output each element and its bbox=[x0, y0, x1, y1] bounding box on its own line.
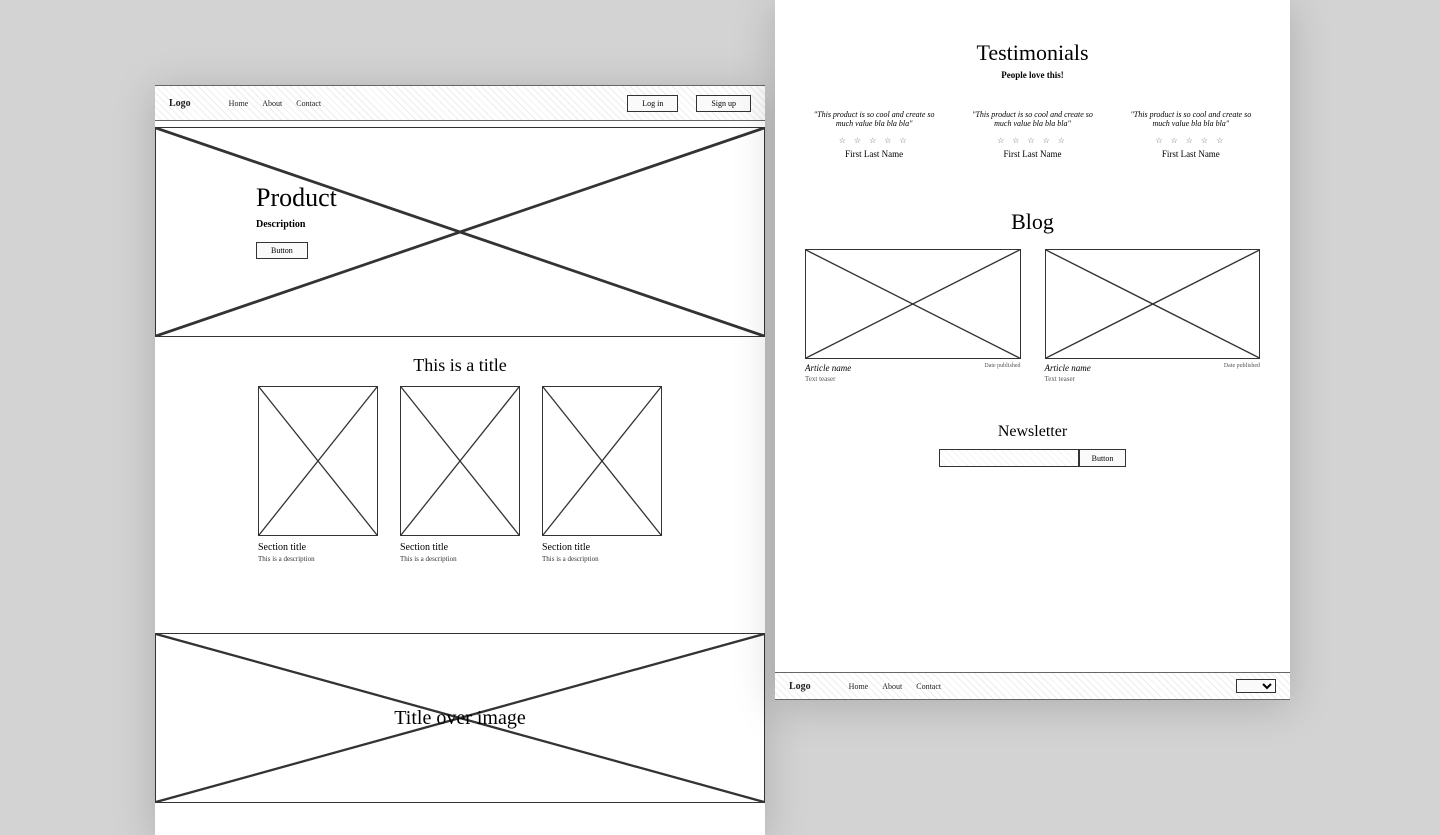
logo[interactable]: Logo bbox=[169, 98, 191, 109]
footer-nav-about[interactable]: About bbox=[882, 682, 902, 691]
hero-description: Description bbox=[256, 219, 337, 230]
feature-image bbox=[400, 386, 520, 536]
blog-card[interactable]: Article name Date published Text teaser bbox=[1045, 249, 1261, 383]
blog-card[interactable]: Article name Date published Text teaser bbox=[805, 249, 1021, 383]
footer-logo[interactable]: Logo bbox=[789, 681, 811, 692]
nav-contact[interactable]: Contact bbox=[296, 99, 321, 108]
blog-article-name: Article name bbox=[805, 363, 851, 373]
features-title: This is a title bbox=[155, 355, 765, 376]
feature-card: Section title This is a description bbox=[258, 386, 378, 563]
feature-card: Section title This is a description bbox=[400, 386, 520, 563]
testimonial-name: First Last Name bbox=[963, 149, 1101, 159]
hero-cta-button[interactable]: Button bbox=[256, 242, 308, 259]
testimonial-quote: "This product is so cool and create so m… bbox=[1122, 110, 1260, 128]
testimonials-row: "This product is so cool and create so m… bbox=[805, 110, 1260, 159]
star-rating-icon: ☆ ☆ ☆ ☆ ☆ bbox=[1122, 136, 1260, 145]
feature-desc: This is a description bbox=[258, 555, 378, 563]
star-rating-icon: ☆ ☆ ☆ ☆ ☆ bbox=[963, 136, 1101, 145]
login-button[interactable]: Log in bbox=[627, 95, 678, 112]
banner-title: Title over image bbox=[156, 634, 764, 802]
testimonial: "This product is so cool and create so m… bbox=[805, 110, 943, 159]
hero-title: Product bbox=[256, 183, 337, 213]
feature-title: Section title bbox=[542, 542, 662, 553]
testimonials-title: Testimonials bbox=[805, 40, 1260, 66]
feature-image bbox=[258, 386, 378, 536]
signup-button[interactable]: Sign up bbox=[696, 95, 751, 112]
blog-article-name: Article name bbox=[1045, 363, 1091, 373]
nav-home[interactable]: Home bbox=[229, 99, 249, 108]
blog-image bbox=[805, 249, 1021, 359]
feature-title: Section title bbox=[258, 542, 378, 553]
testimonial-name: First Last Name bbox=[1122, 149, 1260, 159]
feature-image bbox=[542, 386, 662, 536]
newsletter-submit-button[interactable]: Button bbox=[1079, 449, 1127, 467]
testimonial-quote: "This product is so cool and create so m… bbox=[963, 110, 1101, 128]
testimonial-name: First Last Name bbox=[805, 149, 943, 159]
banner-image: Title over image bbox=[155, 633, 765, 803]
blog-date: Date published bbox=[984, 363, 1020, 373]
feature-card: Section title This is a description bbox=[542, 386, 662, 563]
footer-nav-home[interactable]: Home bbox=[849, 682, 869, 691]
feature-title: Section title bbox=[400, 542, 520, 553]
footer-nav-contact[interactable]: Contact bbox=[916, 682, 941, 691]
blog-image bbox=[1045, 249, 1261, 359]
testimonial-quote: "This product is so cool and create so m… bbox=[805, 110, 943, 128]
testimonials-subtitle: People love this! bbox=[805, 70, 1260, 80]
testimonial: "This product is so cool and create so m… bbox=[1122, 110, 1260, 159]
star-rating-icon: ☆ ☆ ☆ ☆ ☆ bbox=[805, 136, 943, 145]
blog-date: Date published bbox=[1224, 363, 1260, 373]
footer-bar: Logo Home About Contact bbox=[775, 672, 1290, 700]
newsletter-email-input[interactable] bbox=[939, 449, 1079, 467]
wireframe-page-top: Logo Home About Contact Log in Sign up P… bbox=[155, 85, 765, 835]
blog-teaser: Text teaser bbox=[805, 375, 1021, 383]
blog-row: Article name Date published Text teaser … bbox=[805, 249, 1260, 383]
blog-teaser: Text teaser bbox=[1045, 375, 1261, 383]
header-bar: Logo Home About Contact Log in Sign up bbox=[155, 85, 765, 121]
hero-image: Product Description Button bbox=[155, 127, 765, 337]
feature-desc: This is a description bbox=[542, 555, 662, 563]
feature-desc: This is a description bbox=[400, 555, 520, 563]
testimonial: "This product is so cool and create so m… bbox=[963, 110, 1101, 159]
wireframe-page-bottom: Testimonials People love this! "This pro… bbox=[775, 0, 1290, 700]
features-row: Section title This is a description Sect… bbox=[155, 386, 765, 593]
blog-title: Blog bbox=[805, 209, 1260, 235]
nav-about[interactable]: About bbox=[262, 99, 282, 108]
footer-language-select[interactable] bbox=[1236, 679, 1276, 693]
newsletter-title: Newsletter bbox=[805, 423, 1260, 441]
